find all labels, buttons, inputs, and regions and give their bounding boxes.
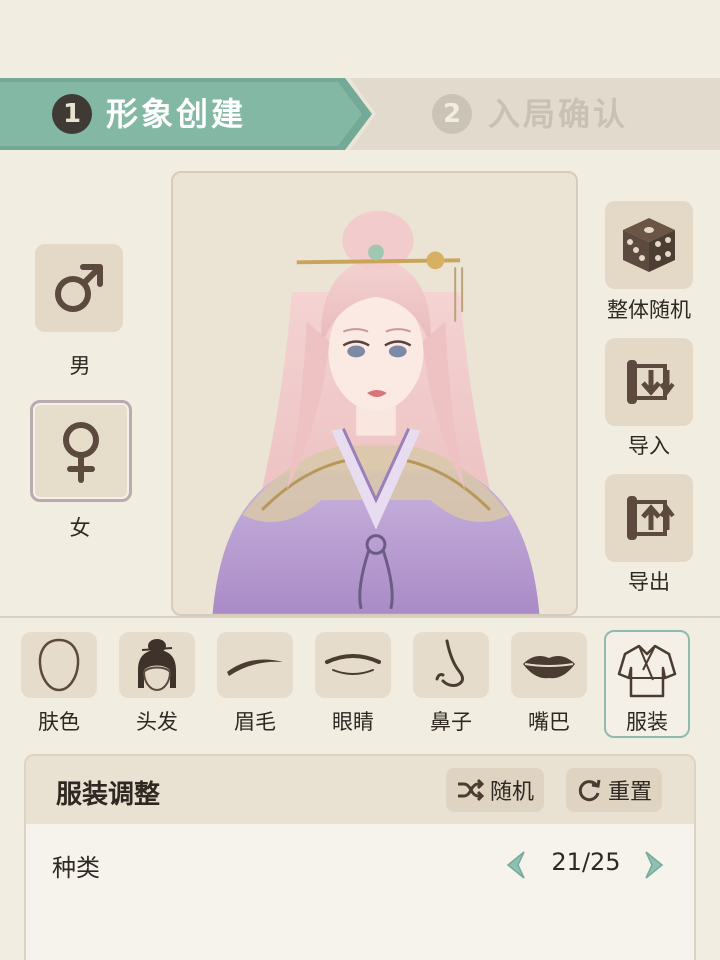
- hair-bun-icon: [138, 639, 176, 692]
- prev-arrow-icon[interactable]: [500, 848, 534, 882]
- tab-hair[interactable]: [119, 632, 195, 698]
- eye-icon: [325, 654, 381, 675]
- eyebrow-icon: [227, 659, 283, 676]
- tab-clothing-label: 服装: [626, 710, 668, 734]
- male-label: 男: [69, 354, 91, 378]
- tab-nose[interactable]: [413, 632, 489, 698]
- nose-icon: [435, 639, 464, 687]
- export-label: 导出: [628, 570, 670, 594]
- import-button[interactable]: [605, 338, 693, 426]
- tab-eyes-label: 眼睛: [332, 710, 374, 734]
- tab-eyes[interactable]: [315, 632, 391, 698]
- tab-skin-label: 肤色: [38, 710, 80, 734]
- scroll-import-icon: [627, 360, 675, 404]
- step-2-number: 2: [432, 94, 472, 134]
- female-symbol-icon: [63, 422, 99, 483]
- tab-hair-label: 头发: [136, 710, 178, 734]
- character-preview: [171, 171, 578, 616]
- male-button[interactable]: [35, 244, 123, 332]
- export-button[interactable]: [605, 474, 693, 562]
- female-label: 女: [69, 516, 91, 540]
- random-all-label: 整体随机: [607, 298, 691, 322]
- next-arrow-icon[interactable]: [636, 848, 670, 882]
- tab-nose-label: 鼻子: [430, 710, 472, 734]
- section-divider: [0, 616, 720, 618]
- reset-button-label: 重置: [608, 780, 653, 805]
- random-button[interactable]: 随机: [446, 768, 545, 812]
- clothing-adjust-panel: 服装调整 随机 重置 种类 21/25: [24, 754, 696, 960]
- lips-icon: [523, 656, 575, 679]
- female-button[interactable]: [30, 400, 132, 502]
- step-1-number: 1: [52, 94, 92, 134]
- tab-skin[interactable]: [21, 632, 97, 698]
- tab-eyebrows-label: 眉毛: [234, 710, 276, 734]
- import-label: 导入: [628, 434, 670, 458]
- face-outline-icon: [38, 638, 80, 692]
- character-portrait: [212, 210, 540, 614]
- refresh-icon: [578, 779, 601, 802]
- random-button-label: 随机: [490, 780, 535, 805]
- robe-icon: [617, 644, 677, 698]
- category-value: 21/25: [551, 848, 621, 876]
- step-2-label: 入局确认: [488, 95, 629, 133]
- dice-icon: [623, 218, 675, 272]
- tab-mouth[interactable]: [511, 632, 587, 698]
- category-label: 种类: [52, 854, 100, 882]
- tab-mouth-label: 嘴巴: [528, 710, 570, 734]
- male-symbol-icon: [55, 264, 103, 312]
- shuffle-icon: [458, 778, 484, 802]
- step-1-label: 形象创建: [106, 95, 247, 133]
- tab-eyebrows[interactable]: [217, 632, 293, 698]
- panel-title: 服装调整: [56, 780, 161, 810]
- scroll-export-icon: [627, 496, 675, 540]
- reset-button[interactable]: 重置: [566, 768, 663, 812]
- random-all-button[interactable]: [605, 201, 693, 289]
